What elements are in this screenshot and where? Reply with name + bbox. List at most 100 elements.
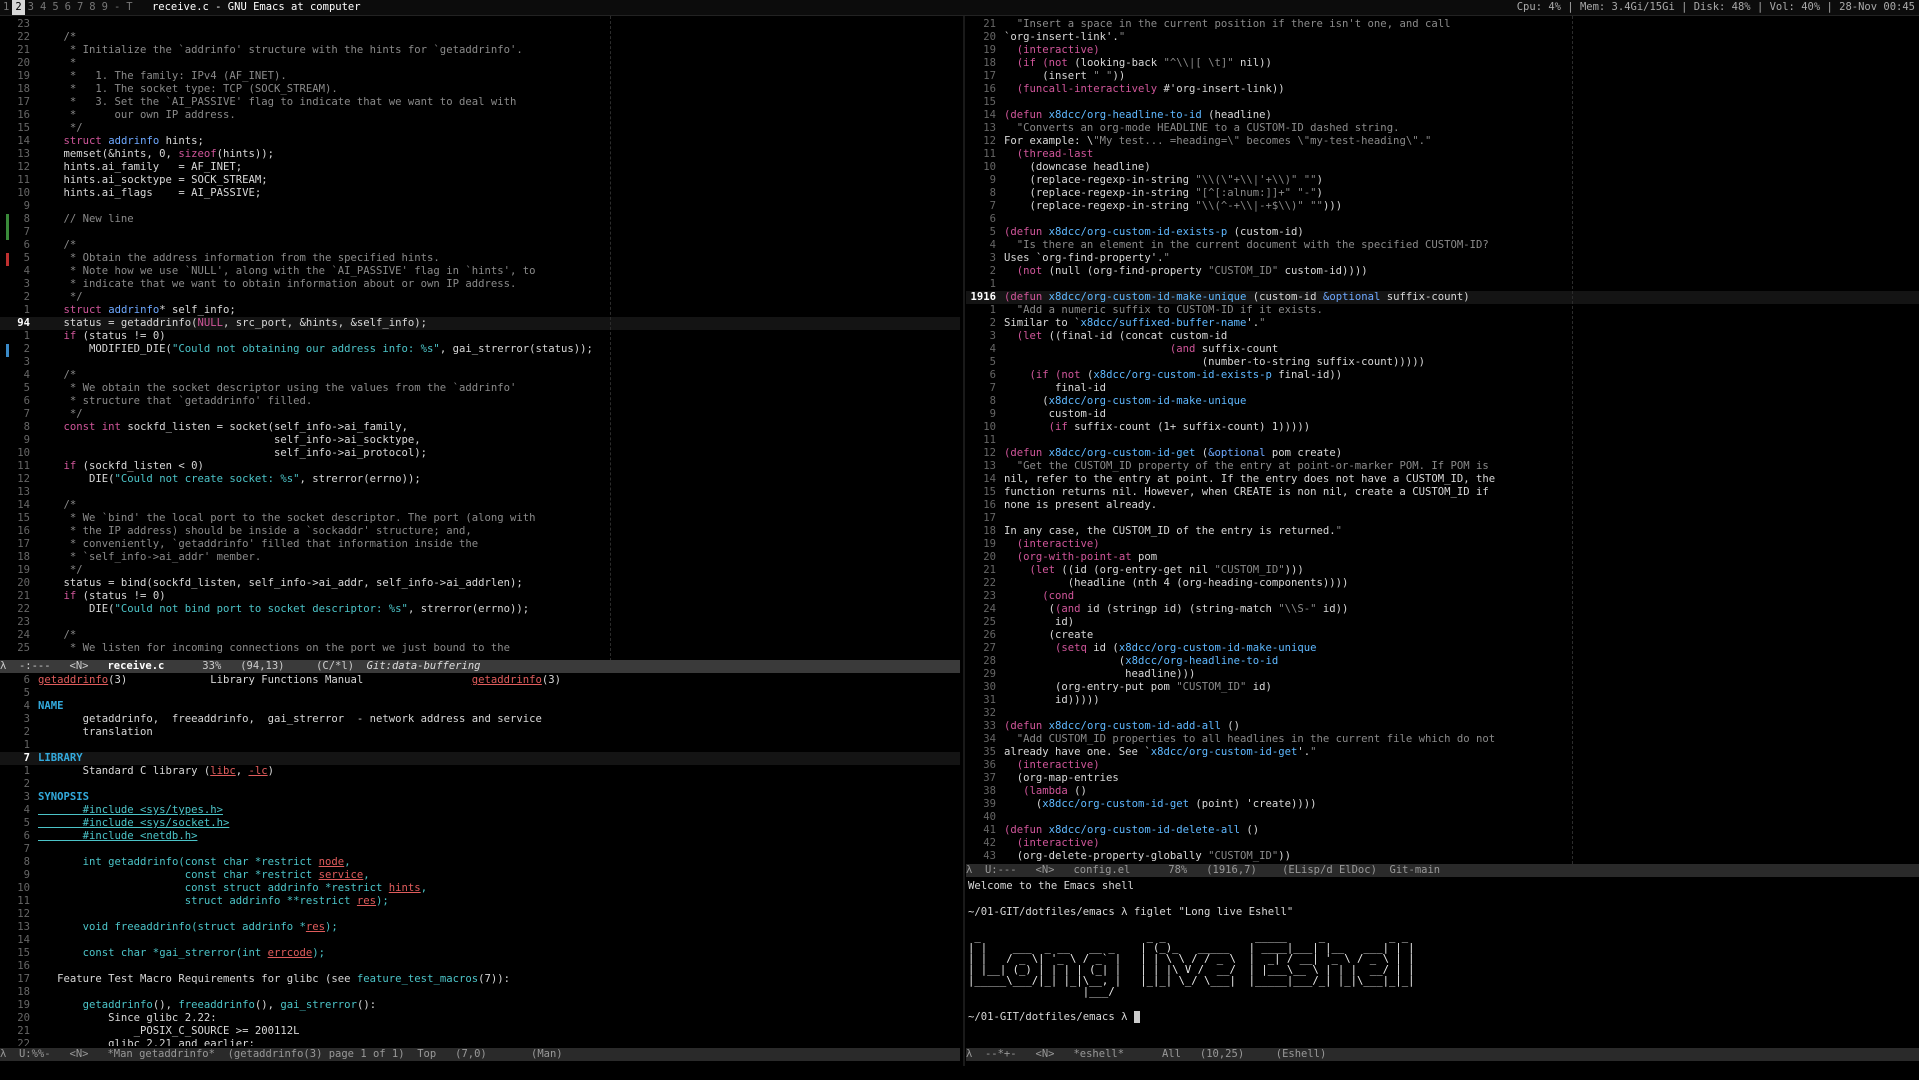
code-line[interactable]: 18 (0, 986, 960, 999)
code-line[interactable]: 18 In any case, the CUSTOM_ID of the entr… (966, 525, 1919, 538)
workspace-T[interactable]: T (123, 0, 135, 15)
code-line[interactable]: 15 */ (0, 122, 960, 135)
code-line[interactable]: 5 (0, 687, 960, 700)
workspace-2[interactable]: 2 (12, 0, 25, 15)
code-line[interactable]: 8 (replace-regexp-in-string "[^[:alnum:]… (966, 187, 1919, 200)
code-line[interactable]: 10 hints.ai_flags = AI_PASSIVE; (0, 187, 960, 200)
code-line[interactable]: 3 * indicate that we want to obtain info… (0, 278, 960, 291)
code-line[interactable]: 7 (0, 226, 960, 239)
code-line[interactable]: 16 * the IP address) should be inside a … (0, 525, 960, 538)
code-line[interactable]: 5 * Obtain the address information from … (0, 252, 960, 265)
code-line[interactable]: 4 * Note how we use `NULL', along with t… (0, 265, 960, 278)
code-line[interactable]: 9 (0, 200, 960, 213)
code-line[interactable]: 7 LIBRARY (0, 752, 960, 765)
code-line[interactable]: 3 (let ((final-id (concat custom-id (966, 330, 1919, 343)
code-line[interactable]: 31 id))))) (966, 694, 1919, 707)
workspace-9[interactable]: 9 (99, 0, 111, 15)
code-line[interactable]: 12 hints.ai_family = AF_INET; (0, 161, 960, 174)
code-line[interactable]: 13 memset(&hints, 0, sizeof(hints)); (0, 148, 960, 161)
code-line[interactable]: 17 Feature Test Macro Requirements for g… (0, 973, 960, 986)
code-line[interactable]: 13 "Converts an org-mode HEADLINE to a C… (966, 122, 1919, 135)
code-line[interactable]: 21 (let ((id (org-entry-get nil "CUSTOM_… (966, 564, 1919, 577)
code-line[interactable]: 2 */ (0, 291, 960, 304)
code-line[interactable]: 39 (x8dcc/org-custom-id-get (point) 'cre… (966, 798, 1919, 811)
code-line[interactable]: 20 (org-with-point-at pom (966, 551, 1919, 564)
code-line[interactable]: 2 MODIFIED_DIE("Could not obtaining our … (0, 343, 960, 356)
workspace--[interactable]: - (111, 0, 123, 15)
code-line[interactable]: 8 const int sockfd_listen = socket(self_… (0, 421, 960, 434)
code-line[interactable]: 19 (interactive) (966, 538, 1919, 551)
code-line[interactable]: 9 custom-id (966, 408, 1919, 421)
code-line[interactable]: 5 * We obtain the socket descriptor usin… (0, 382, 960, 395)
eshell-prompt-current[interactable]: ~/01-GIT/dotfiles/emacs λ (968, 1011, 1919, 1024)
code-line[interactable]: 2 Similar to `x8dcc/suffixed-buffer-name'… (966, 317, 1919, 330)
code-line[interactable]: 10 (downcase headline) (966, 161, 1919, 174)
code-line[interactable]: 17 * 3. Set the `AI_PASSIVE' flag to ind… (0, 96, 960, 109)
code-line[interactable]: 35 already have one. See `x8dcc/org-custo… (966, 746, 1919, 759)
code-line[interactable]: 16 (funcall-interactively #'org-insert-l… (966, 83, 1919, 96)
code-line[interactable]: 38 (lambda () (966, 785, 1919, 798)
code-line[interactable]: 15 const char *gai_strerror(int errcode)… (0, 947, 960, 960)
code-line[interactable]: 6 (if (not (x8dcc/org-custom-id-exists-p… (966, 369, 1919, 382)
code-line[interactable]: 8 (x8dcc/org-custom-id-make-unique (966, 395, 1919, 408)
code-line[interactable]: 13 "Get the CUSTOM_ID property of the en… (966, 460, 1919, 473)
code-line[interactable]: 11 if (sockfd_listen < 0) (0, 460, 960, 473)
code-line[interactable]: 14 /* (0, 499, 960, 512)
code-line[interactable]: 11 hints.ai_socktype = SOCK_STREAM; (0, 174, 960, 187)
code-line[interactable]: 5 (number-to-string suffix-count))))) (966, 356, 1919, 369)
code-line[interactable]: 21 * Initialize the `addrinfo' structure… (0, 44, 960, 57)
code-line[interactable]: 6 (966, 213, 1919, 226)
code-line[interactable]: 9 const char *restrict service, (0, 869, 960, 882)
code-line[interactable]: 10 (if suffix-count (1+ suffix-count) 1)… (966, 421, 1919, 434)
code-line[interactable]: 24 ((and id (stringp id) (string-match "… (966, 603, 1919, 616)
code-line[interactable]: 1 struct addrinfo* self_info; (0, 304, 960, 317)
code-line[interactable]: 16 * our own IP address. (0, 109, 960, 122)
code-line[interactable]: 17 * conveniently, `getaddrinfo' filled … (0, 538, 960, 551)
code-line[interactable]: 20 * (0, 57, 960, 70)
code-line[interactable]: 23 (cond (966, 590, 1919, 603)
workspace-1[interactable]: 1 (0, 0, 12, 15)
code-line[interactable]: 6 #include <netdb.h> (0, 830, 960, 843)
code-line[interactable]: 3 SYNOPSIS (0, 791, 960, 804)
code-line[interactable]: 20 Since glibc 2.22: (0, 1012, 960, 1025)
code-line[interactable]: 7 (0, 843, 960, 856)
code-line[interactable]: 1916 (defun x8dcc/org-custom-id-make-uniq… (966, 291, 1919, 304)
code-line[interactable]: 4 (and suffix-count (966, 343, 1919, 356)
code-line[interactable]: 23 (0, 616, 960, 629)
code-line[interactable]: 25 id) (966, 616, 1919, 629)
code-line[interactable]: 17 (966, 512, 1919, 525)
code-line[interactable]: 13 void freeaddrinfo(struct addrinfo *re… (0, 921, 960, 934)
code-line[interactable]: 29 headline))) (966, 668, 1919, 681)
code-line[interactable]: 22 /* (0, 31, 960, 44)
code-line[interactable]: 8 int getaddrinfo(const char *restrict n… (0, 856, 960, 869)
code-line[interactable]: 4 NAME (0, 700, 960, 713)
code-line[interactable]: 12 (0, 908, 960, 921)
code-line[interactable]: 22 (headline (nth 4 (org-heading-compone… (966, 577, 1919, 590)
code-line[interactable]: 30 (org-entry-put pom "CUSTOM_ID" id) (966, 681, 1919, 694)
code-line[interactable]: 11 (966, 434, 1919, 447)
code-line[interactable]: 1 if (status != 0) (0, 330, 960, 343)
man-page-pane[interactable]: 6 getaddrinfo(3) Library Functions Manual… (0, 674, 960, 1046)
code-line[interactable]: 12 DIE("Could not create socket: %s", st… (0, 473, 960, 486)
code-line[interactable]: 2 (not (null (org-find-property "CUSTOM_… (966, 265, 1919, 278)
code-line[interactable]: 9 self_info->ai_socktype, (0, 434, 960, 447)
code-line[interactable]: 2 translation (0, 726, 960, 739)
code-line[interactable]: 19 */ (0, 564, 960, 577)
code-line[interactable]: 3 (0, 356, 960, 369)
code-line[interactable]: 22 glibc 2.21 and earlier: (0, 1038, 960, 1046)
code-line[interactable]: 21 if (status != 0) (0, 590, 960, 603)
code-line[interactable]: 4 #include <sys/types.h> (0, 804, 960, 817)
code-line[interactable]: 6 getaddrinfo(3) Library Functions Manual… (0, 674, 960, 687)
window-divider[interactable] (963, 16, 965, 1066)
code-line[interactable]: 11 struct addrinfo **restrict res); (0, 895, 960, 908)
code-line[interactable]: 27 (setq id (x8dcc/org-custom-id-make-un… (966, 642, 1919, 655)
code-line[interactable]: 21 _POSIX_C_SOURCE >= 200112L (0, 1025, 960, 1038)
code-line[interactable]: 12 For example: \"My test... =heading=\" … (966, 135, 1919, 148)
code-line[interactable]: 3 Uses `org-find-property'." (966, 252, 1919, 265)
code-line[interactable]: 3 getaddrinfo, freeaddrinfo, gai_strerro… (0, 713, 960, 726)
code-line[interactable]: 11 (thread-last (966, 148, 1919, 161)
code-line[interactable]: 6 /* (0, 239, 960, 252)
code-line[interactable]: 1 Standard C library (libc, -lc) (0, 765, 960, 778)
code-line[interactable]: 4 "Is there an element in the current do… (966, 239, 1919, 252)
code-line[interactable]: 22 DIE("Could not bind port to socket de… (0, 603, 960, 616)
